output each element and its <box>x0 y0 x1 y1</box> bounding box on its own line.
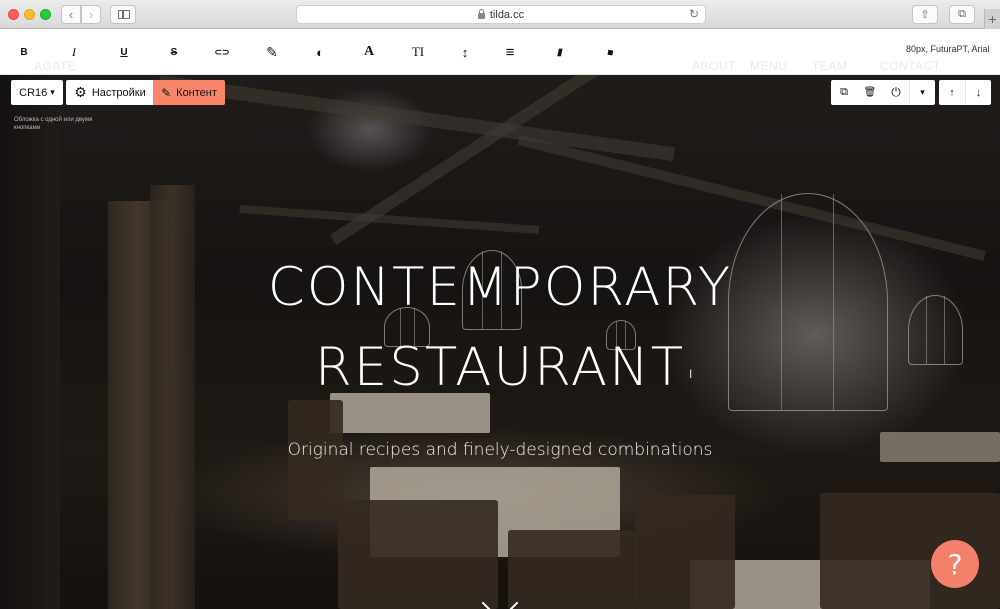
tabs-icon: ⧉ <box>958 8 966 20</box>
ghost-menu-contact: CONTACT <box>880 59 941 73</box>
show-tabs-button[interactable]: ⧉ <box>949 5 975 24</box>
content-label: Контент <box>176 86 217 99</box>
book-icon[interactable]: ▮ <box>548 43 572 61</box>
url-text: tilda.cc <box>489 8 525 21</box>
font-family-icon[interactable]: A <box>359 43 379 61</box>
help-button[interactable]: ? <box>931 540 979 588</box>
reload-icon[interactable]: ↻ <box>689 7 699 21</box>
settings-label: Настройки <box>91 86 146 99</box>
trash-icon[interactable]: 🗑 <box>857 80 883 105</box>
arrow-down-icon[interactable]: ↓ <box>965 80 991 105</box>
block-move-group: ↑ ↓ <box>939 80 991 105</box>
hero-title-line-1[interactable]: CONTEMPORARY <box>0 248 1000 328</box>
hero-subtitle[interactable]: Original recipes and finely-designed com… <box>0 440 1000 460</box>
block-content-button[interactable]: ✎ Контент <box>153 80 225 105</box>
italic-button[interactable]: I <box>64 43 84 61</box>
sidebar-icon <box>118 10 130 19</box>
link-icon[interactable]: ⊂⊃ <box>212 43 232 61</box>
share-icon: ⇧ <box>920 9 930 21</box>
chevron-right-icon: › <box>88 7 94 22</box>
contrast-icon[interactable]: ◐ <box>310 43 330 61</box>
font-info-label: 80px, FuturaPT, Arial <box>906 44 990 54</box>
text-format-toolbar: AGATE ABOUT MENU TEAM CONTACT B I U S ⊂⊃… <box>0 29 1000 75</box>
ghost-menu-team: TEAM <box>812 59 848 73</box>
power-icon[interactable]: ⏻ <box>883 80 909 105</box>
gear-icon: ⚙ <box>74 84 87 100</box>
plus-icon: + <box>988 11 997 27</box>
eraser-icon[interactable]: ◆ <box>597 39 624 65</box>
sidebar-toggle-button[interactable] <box>110 5 136 24</box>
block-code-label: CR16 <box>19 86 48 99</box>
zoom-window-button[interactable] <box>40 9 51 20</box>
caret-down-icon: ▾ <box>50 87 55 97</box>
back-button[interactable]: ‹ <box>61 5 81 24</box>
ghost-menu-menu: MENU <box>750 59 788 73</box>
browser-chrome: ‹ › tilda.cc ↻ ⇧ ⧉ + <box>0 0 1000 29</box>
text-cursor-icon: I <box>689 367 693 381</box>
chevron-left-icon: ‹ <box>68 7 74 22</box>
new-tab-button[interactable]: + <box>984 9 1000 29</box>
lock-icon <box>477 8 485 19</box>
pencil-icon: ✎ <box>161 85 172 100</box>
align-icon[interactable]: ≡ <box>500 43 520 61</box>
hero-title-line-2[interactable]: RESTAURANT <box>0 328 1000 408</box>
ghost-logo: AGATE <box>34 59 77 73</box>
block-actions-group: ⧉ 🗑 ⏻ ▾ <box>831 80 935 105</box>
underline-button[interactable]: U <box>114 43 134 61</box>
duplicate-block-icon[interactable]: ⧉ <box>831 80 857 105</box>
block-description: Обложка с одной или двумя кнопками <box>14 117 93 131</box>
brush-icon[interactable]: ✎ <box>262 43 282 61</box>
close-window-button[interactable] <box>8 9 19 20</box>
strikethrough-button[interactable]: S <box>164 43 184 61</box>
address-bar[interactable]: tilda.cc ↻ <box>296 5 706 24</box>
arrow-up-icon[interactable]: ↑ <box>939 80 965 105</box>
font-size-icon[interactable]: TI <box>408 43 428 61</box>
forward-button[interactable]: › <box>81 5 101 24</box>
share-button[interactable]: ⇧ <box>912 5 938 24</box>
block-settings-button[interactable]: ⚙ Настройки <box>66 80 154 105</box>
block-code-dropdown[interactable]: CR16 ▾ <box>11 80 63 105</box>
line-height-icon[interactable]: ↕ <box>455 43 475 61</box>
question-mark-icon: ? <box>947 547 963 581</box>
minimize-window-button[interactable] <box>24 9 35 20</box>
hero-cover-block: CONTEMPORARY RESTAURANT Original recipes… <box>0 75 1000 609</box>
ghost-menu-about: ABOUT <box>692 59 736 73</box>
more-options-icon[interactable]: ▾ <box>909 80 935 105</box>
bold-button[interactable]: B <box>14 43 34 61</box>
